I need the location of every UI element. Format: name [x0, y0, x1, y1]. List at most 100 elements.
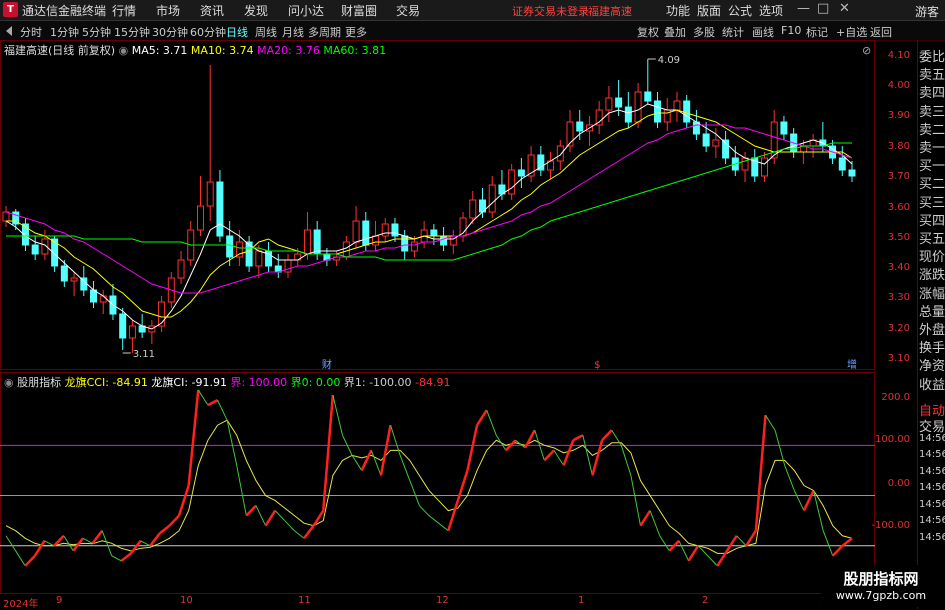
side-panel-item[interactable]: 卖二: [919, 119, 945, 138]
side-panel-item[interactable]: 净资: [919, 355, 945, 374]
candle: [31, 244, 39, 255]
candle: [128, 325, 136, 339]
side-panel-item[interactable]: 买四: [919, 210, 945, 229]
side-panel-item[interactable]: 买三: [919, 192, 945, 211]
candlestick-chart[interactable]: 4.09 3.11 财 $ 增: [0, 40, 875, 370]
indicator-settings-icon[interactable]: ◉: [4, 376, 14, 389]
cci-segment: [456, 470, 469, 501]
jie0-label: 界0: 0.00: [290, 376, 341, 389]
menu-zixun[interactable]: 资讯: [200, 2, 224, 19]
event-marker[interactable]: 财: [322, 358, 332, 370]
collapse-icon[interactable]: ⊘: [862, 44, 871, 57]
side-panel-item[interactable]: 14:56: [919, 482, 945, 493]
tool-fanhui[interactable]: 返回: [870, 24, 892, 40]
period-more[interactable]: 更多: [345, 24, 367, 40]
cci-segment: [197, 389, 209, 406]
side-panel-item[interactable]: 14:56: [919, 515, 945, 526]
side-panel-item[interactable]: 涨跌: [919, 264, 945, 283]
menu-hangqing[interactable]: 行情: [112, 2, 136, 19]
menu-gongshi[interactable]: 公式: [728, 2, 752, 19]
period-multi[interactable]: 多周期: [308, 24, 341, 40]
side-panel-item[interactable]: 卖五: [919, 64, 945, 83]
menu-banmian[interactable]: 版面: [697, 2, 721, 19]
candle: [683, 100, 691, 123]
cci-segment: [649, 510, 661, 536]
period-15min[interactable]: 15分钟: [114, 24, 150, 40]
tool-duogu[interactable]: 多股: [693, 24, 715, 40]
jie1-label: 界1: -100.00: [343, 376, 412, 389]
period-60min[interactable]: 60分钟: [190, 24, 226, 40]
side-panel-item[interactable]: 14:56: [919, 449, 945, 460]
cci-segment: [822, 530, 834, 557]
menu-caifuquan[interactable]: 财富圈: [341, 2, 377, 19]
cci-segment: [129, 540, 142, 555]
period-5min[interactable]: 5分钟: [82, 24, 111, 40]
cci-segment: [140, 540, 151, 547]
login-notice[interactable]: 证券交易未登录: [512, 3, 589, 19]
event-marker[interactable]: 增: [847, 358, 857, 370]
tool-tongji[interactable]: 统计: [722, 24, 744, 40]
chart-info-line: 福建高速(日线 前复权) ◉ MA5: 3.71 MA10: 3.74 MA20…: [4, 42, 386, 58]
side-panel-item[interactable]: 买五: [919, 228, 945, 247]
period-1min[interactable]: 1分钟: [50, 24, 79, 40]
period-daily[interactable]: 日线: [226, 24, 248, 40]
side-panel-item[interactable]: 卖一: [919, 137, 945, 156]
tool-zixuan[interactable]: +自选: [836, 24, 867, 40]
candle: [508, 169, 516, 195]
side-panel-item[interactable]: 14:56: [919, 433, 945, 444]
candle: [303, 229, 311, 255]
cci-indicator-chart[interactable]: [0, 372, 875, 594]
menu-gongneng[interactable]: 功能: [666, 2, 690, 19]
jie-label: 界: 100.00: [230, 376, 288, 389]
menu-shichang[interactable]: 市场: [156, 2, 180, 19]
minimize-icon[interactable]: —: [797, 1, 810, 16]
side-panel-item[interactable]: 卖三: [919, 101, 945, 120]
period-monthly[interactable]: 月线: [282, 24, 304, 40]
cci-segment: [322, 394, 335, 511]
side-panel-item[interactable]: 14:56: [919, 532, 945, 543]
settings-circle-icon[interactable]: ◉: [119, 44, 129, 57]
y-tick: 3.60: [887, 202, 910, 213]
side-panel-item[interactable]: 现价: [919, 246, 945, 265]
tool-diejia[interactable]: 叠加: [664, 24, 686, 40]
cci-segment: [379, 424, 392, 476]
guest-label[interactable]: 游客: [915, 3, 939, 20]
side-panel-item[interactable]: 外盘: [919, 319, 945, 338]
cci-segment: [572, 434, 584, 442]
side-panel-item[interactable]: 涨幅: [919, 283, 945, 302]
back-arrow-icon[interactable]: [4, 25, 14, 37]
candle: [216, 181, 224, 237]
period-fenshi[interactable]: 分时: [20, 24, 42, 40]
period-weekly[interactable]: 周线: [255, 24, 277, 40]
side-panel-item[interactable]: 委比: [919, 46, 945, 65]
side-panel-item[interactable]: 换手: [919, 337, 945, 356]
tool-huaxian[interactable]: 画线: [752, 24, 774, 40]
tool-f10[interactable]: F10: [781, 24, 801, 37]
cci-segment: [428, 515, 439, 524]
cci-segment: [44, 540, 55, 547]
event-marker[interactable]: $: [594, 360, 600, 370]
menu-xuanxiang[interactable]: 选项: [759, 2, 783, 19]
tool-fuquan[interactable]: 复权: [637, 24, 659, 40]
side-panel-item[interactable]: 14:56: [919, 499, 945, 510]
side-panel-item[interactable]: 卖四: [919, 82, 945, 101]
tool-biaoji[interactable]: 标记: [806, 24, 828, 40]
side-panel-item[interactable]: 买一: [919, 155, 945, 174]
cci-segment: [736, 535, 747, 547]
side-panel-item[interactable]: 买二: [919, 173, 945, 192]
cci-segment: [659, 535, 670, 552]
menu-jiaoyi[interactable]: 交易: [396, 2, 420, 19]
y-tick: 3.10: [887, 353, 910, 364]
maximize-icon[interactable]: □: [817, 1, 829, 16]
candle: [780, 121, 788, 135]
menu-faxian[interactable]: 发现: [244, 2, 268, 19]
side-panel-item[interactable]: 收益: [919, 374, 945, 393]
close-icon[interactable]: ✕: [839, 1, 850, 16]
menu-wenxiaoda[interactable]: 问小达: [288, 2, 324, 19]
side-panel-item[interactable]: 14:56: [919, 466, 945, 477]
period-30min[interactable]: 30分钟: [152, 24, 188, 40]
candle: [2, 211, 10, 222]
side-panel-item[interactable]: 总量: [919, 301, 945, 320]
cci-segment: [466, 424, 479, 471]
cci-segment: [111, 555, 122, 562]
